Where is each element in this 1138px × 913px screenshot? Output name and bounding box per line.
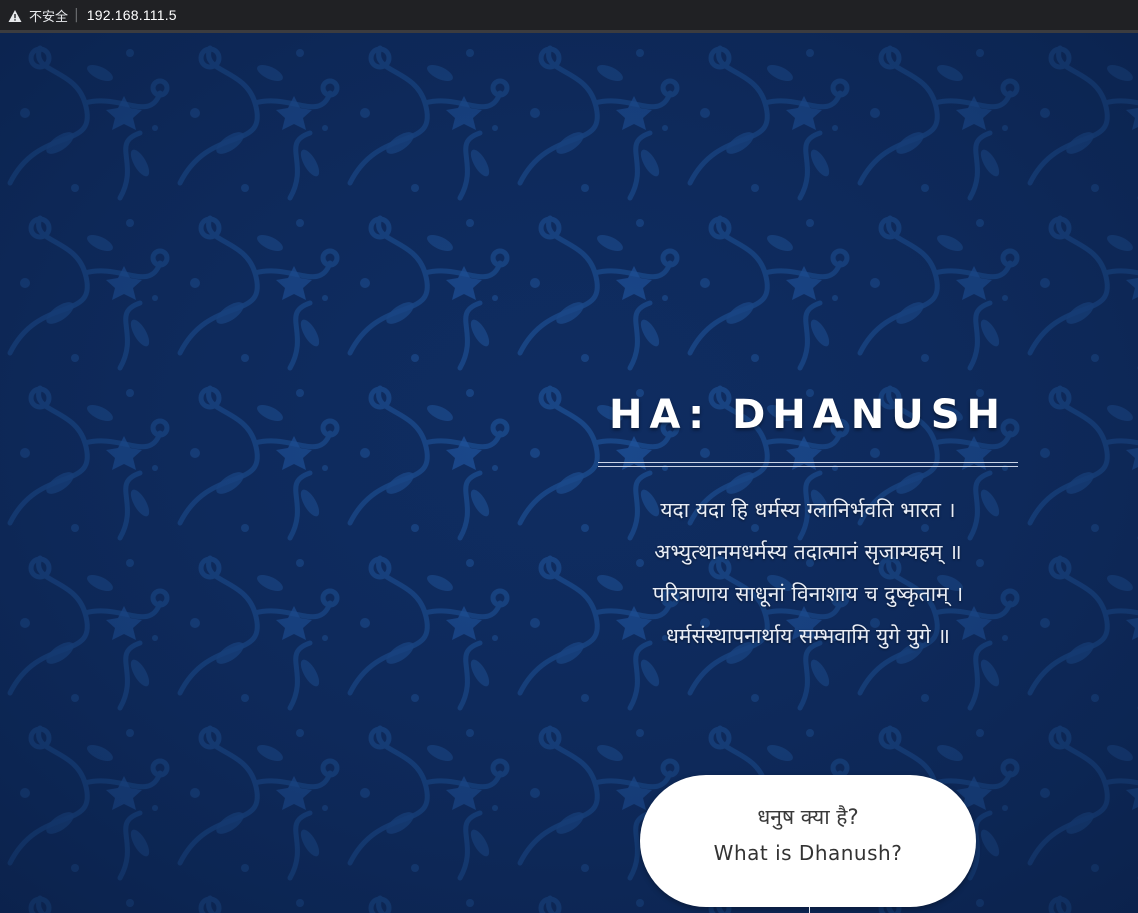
address-separator: | xyxy=(74,7,79,23)
title-divider xyxy=(598,462,1018,467)
sanskrit-verse: यदा यदा हि धर्मस्य ग्लानिर्भवति भारत । अ… xyxy=(598,489,1018,657)
url-text[interactable]: 192.168.111.5 xyxy=(87,7,177,23)
what-is-dhanush-button[interactable]: धनुष क्या है? What is Dhanush? xyxy=(640,775,976,907)
page-background: HA: DHANUSH यदा यदा हि धर्मस्य ग्लानिर्भ… xyxy=(0,33,1138,913)
scroll-indicator-line xyxy=(809,907,810,913)
page-title: HA: DHANUSH xyxy=(609,392,1007,438)
verse-line: यदा यदा हि धर्मस्य ग्लानिर्भवति भारत । xyxy=(660,498,956,522)
verse-line: अभ्युत्थानमधर्मस्य तदात्मानं सृजाम्यहम् … xyxy=(654,540,962,564)
verse-line: परित्राणाय साधूनां विनाशाय च दुष्कृताम् … xyxy=(652,582,964,606)
warning-triangle-icon[interactable] xyxy=(8,8,22,22)
security-status-label[interactable]: 不安全 xyxy=(29,6,68,25)
cta-hindi-label: धनुष क्या है? xyxy=(757,805,859,829)
browser-address-bar[interactable]: 不安全 | 192.168.111.5 xyxy=(0,0,1138,33)
hero-section: HA: DHANUSH यदा यदा हि धर्मस्य ग्लानिर्भ… xyxy=(598,388,1018,657)
verse-line: धर्मसंस्थापनार्थाय सम्भवामि युगे युगे ॥ xyxy=(666,624,950,648)
cta-english-label: What is Dhanush? xyxy=(713,841,903,865)
